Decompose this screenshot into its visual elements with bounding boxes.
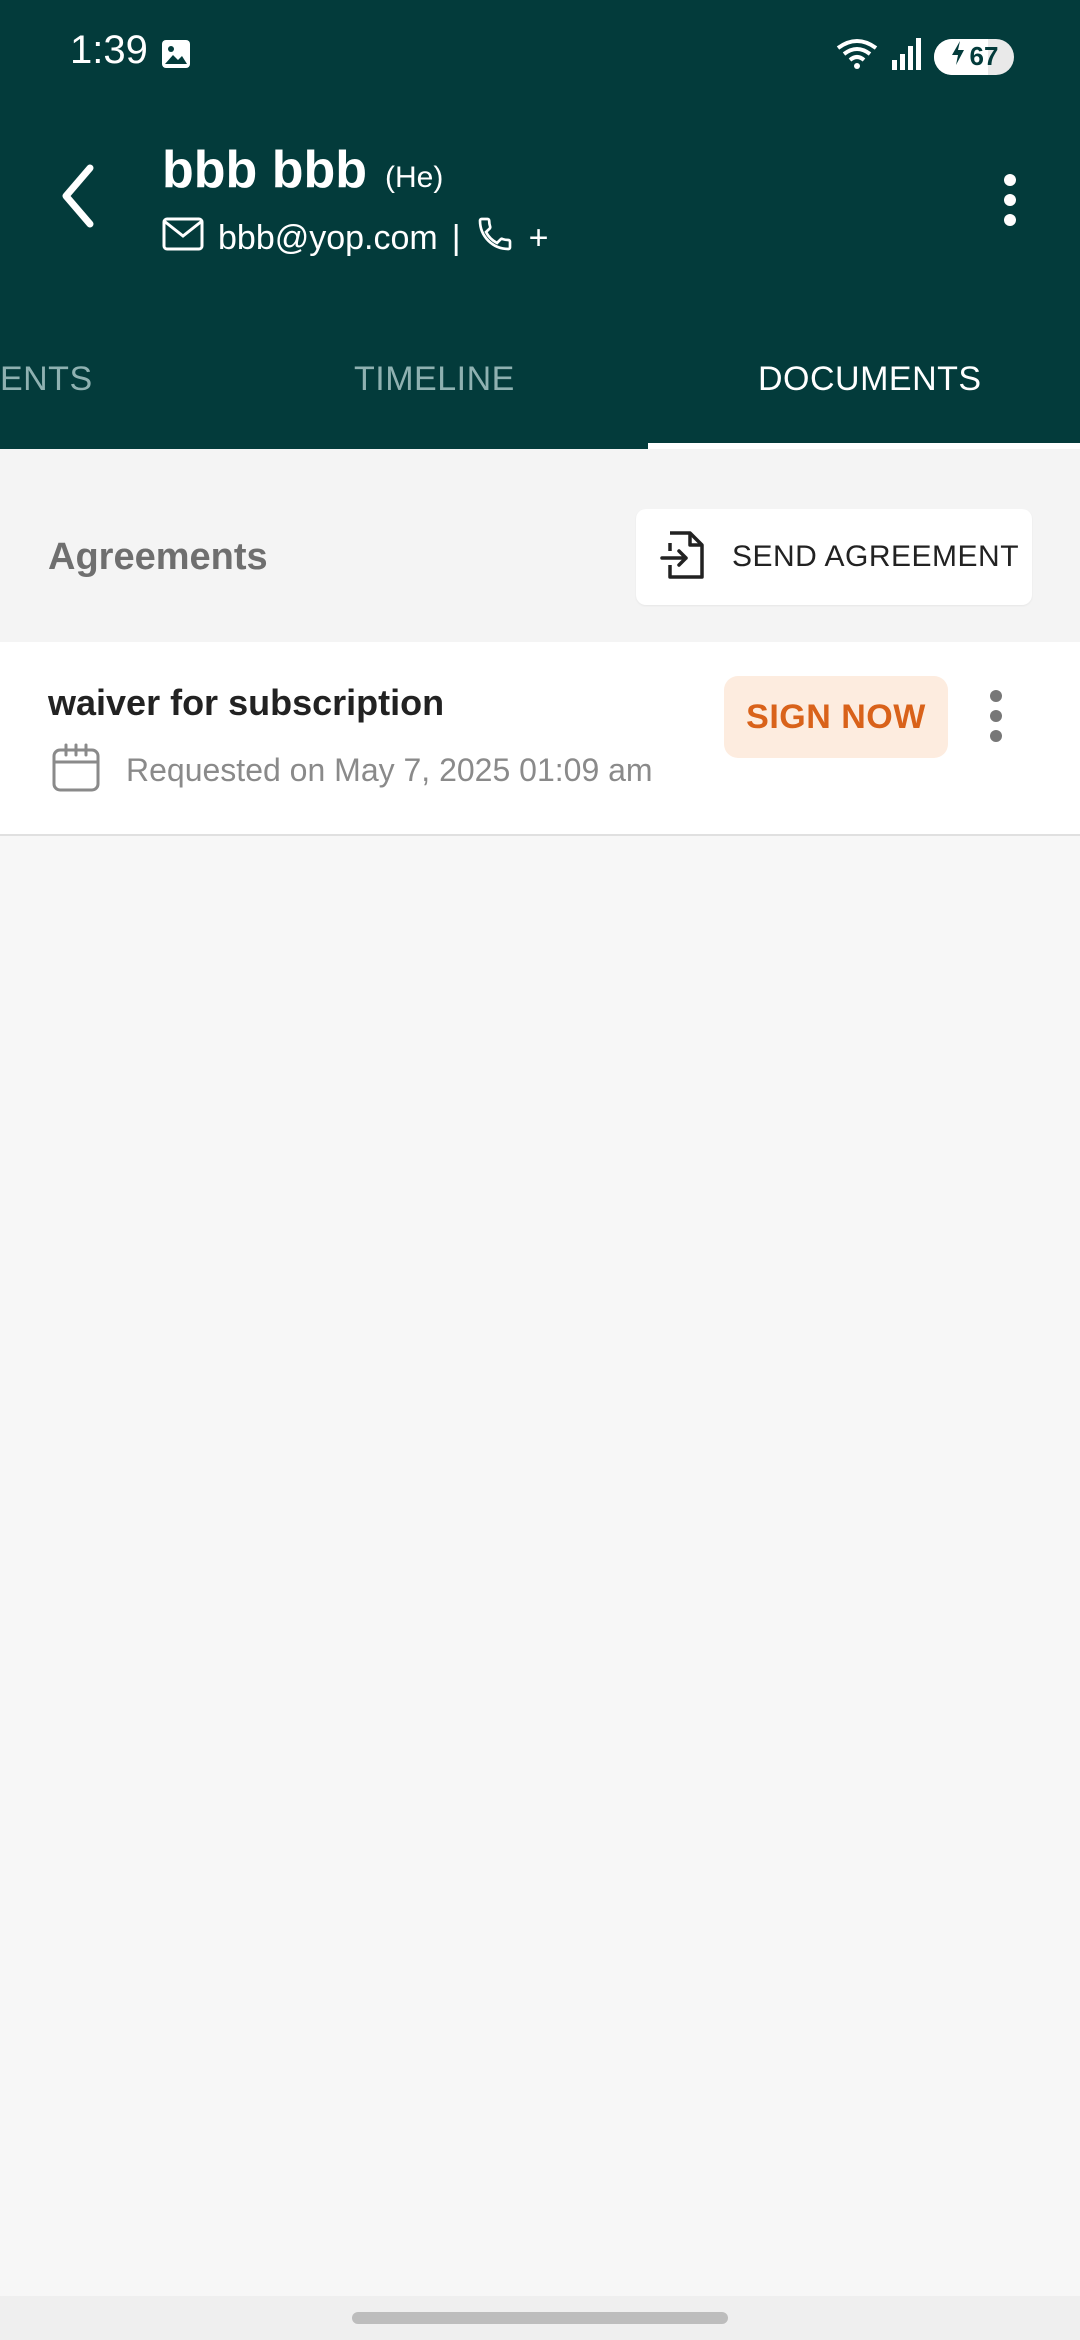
mail-icon — [162, 217, 204, 260]
contact-name: bbb bbb — [162, 141, 368, 199]
tab-bar: IENTS TIMELINE DOCUMENTS — [0, 330, 1080, 449]
status-icons: 67 — [834, 36, 1014, 77]
status-bar: 1:39 67 — [0, 0, 1080, 110]
more-options-icon[interactable] — [988, 688, 1004, 744]
contact-email[interactable]: bbb@yop.com — [218, 219, 438, 258]
home-indicator[interactable] — [352, 2312, 728, 2324]
agreement-list-item[interactable]: waiver for subscription Requested on May… — [0, 642, 1080, 836]
contact-info-row: bbb@yop.com | + — [162, 214, 548, 263]
battery-charging-icon — [950, 41, 966, 72]
tab-appointments[interactable]: IENTS — [0, 360, 93, 399]
app-header: 1:39 67 bbb bbb (He) bbb@yop.com | + IEN… — [0, 0, 1080, 449]
file-send-icon — [660, 529, 706, 586]
contact-separator: | — [451, 219, 461, 257]
tab-documents[interactable]: DOCUMENTS — [758, 360, 982, 399]
send-agreement-label: SEND AGREEMENT — [732, 540, 1020, 573]
tab-timeline[interactable]: TIMELINE — [354, 360, 515, 399]
agreement-meta: Requested on May 7, 2025 01:09 am — [50, 742, 653, 799]
agreement-requested-date: Requested on May 7, 2025 01:09 am — [126, 752, 653, 788]
wifi-icon — [834, 36, 880, 77]
signal-icon — [890, 36, 924, 77]
battery-percent: 67 — [969, 41, 999, 71]
sign-now-button[interactable]: SIGN NOW — [724, 676, 948, 758]
image-icon — [160, 38, 192, 70]
send-agreement-button[interactable]: SEND AGREEMENT — [636, 509, 1032, 605]
battery-indicator: 67 — [934, 38, 1014, 75]
back-button[interactable] — [54, 160, 104, 232]
calendar-icon — [50, 742, 102, 799]
contact-pronoun: (He) — [385, 161, 444, 194]
agreements-section-header: Agreements SEND AGREEMENT — [0, 449, 1080, 642]
status-time: 1:39 — [70, 28, 148, 72]
phone-icon — [475, 214, 515, 263]
more-options-icon[interactable] — [1000, 170, 1020, 230]
contact-phone[interactable]: + — [529, 219, 549, 258]
section-title: Agreements — [48, 536, 268, 578]
agreement-title: waiver for subscription — [48, 682, 445, 723]
contact-name-row: bbb bbb (He) — [162, 140, 443, 200]
